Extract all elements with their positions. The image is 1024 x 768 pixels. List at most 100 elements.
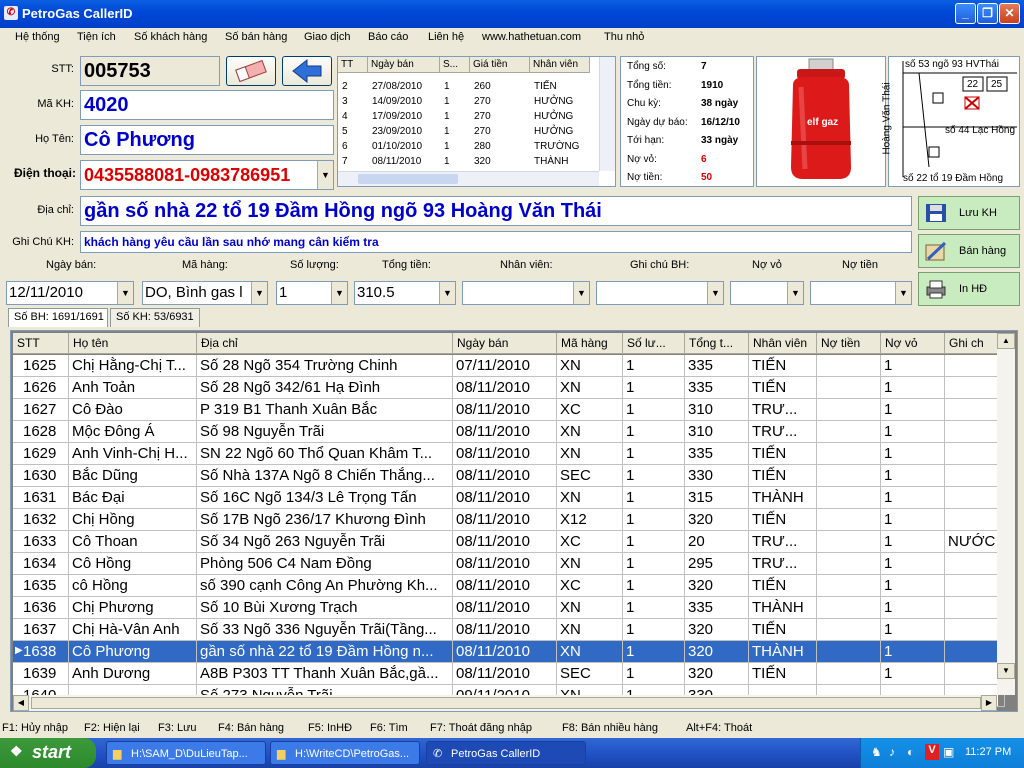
menu-lien-he[interactable]: Liên hệ bbox=[428, 31, 464, 43]
table-cell: Cô Phương bbox=[69, 641, 197, 663]
table-row[interactable]: 1635 cô Hồng số 390 cạnh Công An Phường Kh… bbox=[13, 575, 1005, 597]
table-cell: Cô Thoan bbox=[69, 531, 197, 553]
grid-header[interactable]: Ghi ch bbox=[945, 333, 1005, 354]
history-vscroll[interactable] bbox=[599, 57, 615, 171]
grid-hscroll[interactable]: ◀ ▶ bbox=[13, 695, 997, 711]
table-row[interactable]: 1627 Cô Đào P 319 B1 Thanh Xuân Bắc 08/11/2… bbox=[13, 399, 1005, 421]
table-cell: TIẾN bbox=[749, 377, 817, 399]
menu-so-ban-hang[interactable]: Số bán hàng bbox=[225, 31, 287, 43]
map-street-side: Hoàng Văn Thái bbox=[881, 82, 893, 155]
task-button[interactable]: ▆ H:\WriteCD\PetroGas... bbox=[270, 741, 420, 765]
chevron-down-icon[interactable]: ▼ bbox=[251, 282, 267, 304]
grid-header[interactable]: Nhân viên bbox=[749, 333, 817, 354]
ghi-chu-bh-combo[interactable]: ▼ bbox=[596, 281, 724, 305]
menu-thu-nho[interactable]: Thu nhỏ bbox=[604, 31, 644, 43]
table-row[interactable]: 1626 Anh Toản Số 28 Ngõ 342/61 Hạ Đình 08/1… bbox=[13, 377, 1005, 399]
table-row[interactable]: 1634 Cô Hồng Phòng 506 C4 Nam Đồng 08/11/20… bbox=[13, 553, 1005, 575]
grid-header[interactable]: Họ tên bbox=[69, 333, 197, 354]
history-cell: 1 bbox=[444, 126, 450, 137]
table-row[interactable]: 1639 Anh Dương A8B P303 TT Thanh Xuân Bắc,… bbox=[13, 663, 1005, 685]
grid-vscroll[interactable]: ▲ ▼ bbox=[997, 333, 1015, 695]
close-button[interactable]: ✕ bbox=[999, 3, 1020, 24]
diachi-field[interactable]: gần số nhà 22 tổ 19 Đầm Hồng ngõ 93 Hoàn… bbox=[80, 196, 912, 226]
menu-so-khach-hang[interactable]: Số khách hàng bbox=[134, 31, 207, 43]
table-cell bbox=[817, 641, 881, 663]
grid-header[interactable]: Số lư... bbox=[623, 333, 685, 354]
ma-hang-combo[interactable]: DO, Bình gas l ▼ bbox=[142, 281, 268, 305]
scroll-up-icon[interactable]: ▲ bbox=[997, 333, 1015, 349]
table-row[interactable]: 1630 Bắc Dũng Số Nhà 137A Ngõ 8 Chiến Thắn… bbox=[13, 465, 1005, 487]
history-header: Ngày bán bbox=[368, 57, 440, 73]
history-header: TT bbox=[338, 57, 368, 73]
menu-website[interactable]: www.hathetuan.com bbox=[482, 31, 581, 43]
minimize-button[interactable]: _ bbox=[955, 3, 976, 24]
chevron-down-icon[interactable]: ▼ bbox=[317, 161, 333, 189]
chevron-down-icon[interactable]: ▼ bbox=[895, 282, 911, 304]
tab-so-bh[interactable]: Số BH: 1691/1691 bbox=[8, 308, 108, 327]
table-cell: cô Hồng bbox=[69, 575, 197, 597]
menu-he-thong[interactable]: Hệ thống bbox=[15, 31, 60, 43]
table-cell: 320 bbox=[685, 575, 749, 597]
restore-button[interactable]: ❐ bbox=[977, 3, 998, 24]
sell-button[interactable]: Bán hàng bbox=[918, 234, 1020, 268]
table-row[interactable]: 1633 Cô Thoan Số 34 Ngõ 263 Nguyễn Trãi 08/… bbox=[13, 531, 1005, 553]
table-row[interactable]: 1631 Bác Đại Số 16C Ngõ 134/3 Lê Trọng Tấn… bbox=[13, 487, 1005, 509]
no-tien-combo[interactable]: ▼ bbox=[810, 281, 912, 305]
speaker-icon[interactable]: ♪ bbox=[889, 745, 895, 759]
user-icon[interactable]: ♞ bbox=[871, 745, 882, 759]
tab-so-kh[interactable]: Số KH: 53/6931 bbox=[110, 308, 200, 327]
tong-tien-combo[interactable]: 310.5 ▼ bbox=[354, 281, 456, 305]
table-row[interactable]: 1638 Cô Phương gần số nhà 22 tổ 19 Đầm Hồn… bbox=[13, 641, 1005, 663]
grid-header[interactable]: Tổng t... bbox=[685, 333, 749, 354]
scroll-right-icon[interactable]: ▶ bbox=[981, 695, 997, 711]
table-cell: 1 bbox=[881, 641, 945, 663]
chevron-down-icon[interactable]: ▼ bbox=[439, 282, 455, 304]
antivirus-icon[interactable]: V bbox=[925, 744, 939, 760]
back-button[interactable] bbox=[282, 56, 332, 86]
hoten-field[interactable]: Cô Phương bbox=[80, 125, 334, 155]
grid-header[interactable]: Địa chỉ bbox=[197, 333, 453, 354]
hotkey: F8: Bán nhiều hàng bbox=[562, 722, 659, 734]
table-row[interactable]: 1637 Chị Hà-Vân Anh Số 33 Ngõ 336 Nguyễn T… bbox=[13, 619, 1005, 641]
scroll-thumb[interactable] bbox=[31, 697, 981, 709]
start-button[interactable]: ❖ start bbox=[0, 738, 96, 768]
chevron-down-icon[interactable]: ▼ bbox=[117, 282, 133, 304]
grid-header[interactable]: STT bbox=[13, 333, 69, 354]
grid-header[interactable]: Nợ tiền bbox=[817, 333, 881, 354]
table-row[interactable]: 1625 Chị Hằng-Chị T... Số 28 Ngõ 354 Trườn… bbox=[13, 355, 1005, 377]
network-icon[interactable]: ◐ bbox=[907, 745, 914, 759]
task-button[interactable]: ▆ H:\SAM_D\DuLieuTap... bbox=[106, 741, 266, 765]
chevron-down-icon[interactable]: ▼ bbox=[787, 282, 803, 304]
table-row[interactable]: 1632 Chị Hồng Số 17B Ngõ 236/17 Khương Đìn… bbox=[13, 509, 1005, 531]
ngay-ban-picker[interactable]: 12/11/2010 ▼ bbox=[6, 281, 134, 305]
print-invoice-button[interactable]: In HĐ bbox=[918, 272, 1020, 306]
menu-bao-cao[interactable]: Báo cáo bbox=[368, 31, 408, 43]
table-cell: 08/11/2010 bbox=[453, 509, 557, 531]
grid-header[interactable]: Mã hàng bbox=[557, 333, 623, 354]
task-button[interactable]: ✆ PetroGas CallerID bbox=[426, 741, 586, 765]
history-cell: 1 bbox=[444, 156, 450, 167]
label-so-luong: Số lượng: bbox=[290, 259, 339, 271]
save-customer-button[interactable]: Lưu KH bbox=[918, 196, 1020, 230]
clear-button[interactable] bbox=[226, 56, 276, 86]
so-luong-combo[interactable]: 1 ▼ bbox=[276, 281, 348, 305]
grid-header[interactable]: Nợ vỏ bbox=[881, 333, 945, 354]
table-row[interactable]: 1629 Anh Vinh-Chị H... SN 22 Ngõ 60 Thổ Qu… bbox=[13, 443, 1005, 465]
menu-giao-dich[interactable]: Giao dịch bbox=[304, 31, 350, 43]
ghichu-field[interactable]: khách hàng yêu cầu lần sau nhớ mang cân … bbox=[80, 231, 912, 253]
history-hscroll[interactable] bbox=[338, 171, 599, 186]
chevron-down-icon[interactable]: ▼ bbox=[707, 282, 723, 304]
table-row[interactable]: 1628 Mộc Đông Á Số 98 Nguyễn Trãi 08/11/201… bbox=[13, 421, 1005, 443]
monitor-icon[interactable]: ▣ bbox=[943, 745, 954, 759]
chevron-down-icon[interactable]: ▼ bbox=[331, 282, 347, 304]
makh-field[interactable]: 4020 bbox=[80, 90, 334, 120]
table-row[interactable]: 1636 Chị Phương Số 10 Bùi Xương Trạch 08/11… bbox=[13, 597, 1005, 619]
dienthoai-combo[interactable]: 0435588081-0983786951 ▼ bbox=[80, 160, 334, 190]
scroll-left-icon[interactable]: ◀ bbox=[13, 695, 29, 711]
scroll-down-icon[interactable]: ▼ bbox=[997, 663, 1015, 679]
menu-tien-ich[interactable]: Tiện ích bbox=[77, 31, 116, 43]
no-vo-combo[interactable]: ▼ bbox=[730, 281, 804, 305]
chevron-down-icon[interactable]: ▼ bbox=[573, 282, 589, 304]
nhan-vien-combo[interactable]: ▼ bbox=[462, 281, 590, 305]
grid-header[interactable]: Ngày bán bbox=[453, 333, 557, 354]
